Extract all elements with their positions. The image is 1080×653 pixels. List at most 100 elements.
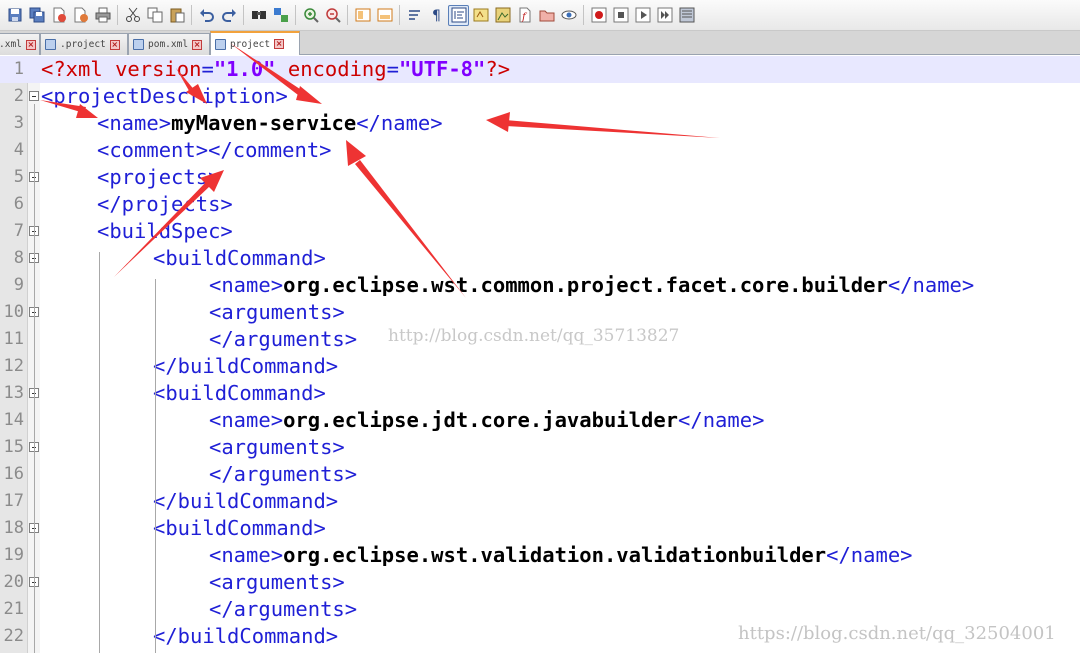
file-icon xyxy=(215,38,226,50)
tab-dot-project[interactable]: .project × xyxy=(40,33,128,55)
sync-horizontal-icon[interactable] xyxy=(374,5,395,26)
stop-macro-icon[interactable] xyxy=(610,5,631,26)
xml-tag: <name> xyxy=(209,273,284,297)
show-all-chars-icon[interactable]: ¶ xyxy=(426,5,447,26)
code-line[interactable]: 17 </buildCommand> xyxy=(0,488,1080,515)
redo-icon[interactable] xyxy=(218,5,239,26)
code-line[interactable]: 8 <buildCommand> xyxy=(0,245,1080,272)
copy-icon[interactable] xyxy=(144,5,165,26)
close-icon[interactable]: × xyxy=(109,39,120,50)
code-line[interactable]: 19 <name>org.eclipse.wst.validation.valid… xyxy=(0,542,1080,569)
watermark-text: https://blog.csdn.net/qq_32504001 xyxy=(738,623,1056,644)
code-line[interactable]: 13 <buildCommand> xyxy=(0,380,1080,407)
xml-attribute-value: "1.0" xyxy=(213,57,276,81)
xml-tag: <projectDescription> xyxy=(41,84,288,108)
code-line[interactable]: 4 <comment></comment> xyxy=(0,137,1080,164)
code-line[interactable]: 14 <name>org.eclipse.jdt.core.javabuilder… xyxy=(0,407,1080,434)
sync-vertical-icon[interactable] xyxy=(352,5,373,26)
xml-tag: </arguments> xyxy=(209,597,358,621)
tab-label: .project xyxy=(60,39,106,50)
close-icon[interactable]: × xyxy=(274,39,285,49)
save-macro-icon[interactable] xyxy=(676,5,697,26)
code-text: <comment></comment> xyxy=(97,138,332,163)
play-macro-icon[interactable] xyxy=(632,5,653,26)
code-line[interactable]: 3 <name>myMaven-service</name> xyxy=(0,110,1080,137)
line-number: 5 xyxy=(13,167,24,187)
code-line[interactable]: 12 </buildCommand> xyxy=(0,353,1080,380)
xml-tag: <arguments> xyxy=(209,435,345,459)
code-text: <name>myMaven-service</name> xyxy=(97,111,443,136)
xml-tag: <name> xyxy=(209,543,284,567)
code-text: </arguments> xyxy=(209,597,357,622)
code-line[interactable]: 2 <projectDescription> xyxy=(0,83,1080,110)
save-icon[interactable] xyxy=(4,5,25,26)
zoom-out-icon[interactable] xyxy=(322,5,343,26)
close-all-icon[interactable] xyxy=(70,5,91,26)
toolbar-separator xyxy=(191,5,192,25)
code-text: <name>org.eclipse.jdt.core.javabuilder</… xyxy=(209,408,764,433)
code-text: </arguments> xyxy=(209,327,357,352)
file-icon xyxy=(45,39,56,50)
code-line[interactable]: 5 <projects> xyxy=(0,164,1080,191)
code-editor[interactable]: 1 <?xml version="1.0" encoding="UTF-8"?> 2… xyxy=(0,56,1080,653)
xml-tag: <projects> xyxy=(97,165,221,189)
close-file-icon[interactable] xyxy=(48,5,69,26)
indent-guide-icon[interactable] xyxy=(448,4,469,26)
code-text: <projectDescription> xyxy=(41,84,288,109)
word-wrap-icon[interactable] xyxy=(404,5,425,26)
svg-text:¶: ¶ xyxy=(432,8,441,23)
code-line[interactable]: 16 </arguments> xyxy=(0,461,1080,488)
xml-tag: <arguments> xyxy=(209,570,345,594)
cut-icon[interactable] xyxy=(122,5,143,26)
line-number: 14 xyxy=(3,410,24,430)
run-macro-icon[interactable] xyxy=(654,5,675,26)
user-lang-icon[interactable] xyxy=(470,5,491,26)
close-icon[interactable]: × xyxy=(192,39,203,50)
tab-xml[interactable]: .xml × xyxy=(0,33,40,55)
function-list-icon[interactable]: f xyxy=(514,5,535,26)
code-line[interactable]: 21 </arguments> xyxy=(0,596,1080,623)
xml-tag: </projects> xyxy=(97,192,233,216)
code-text: </projects> xyxy=(97,192,233,217)
fold-toggle-icon[interactable] xyxy=(29,91,39,101)
print-icon[interactable] xyxy=(92,5,113,26)
tab-pom-xml[interactable]: pom.xml × xyxy=(128,33,210,55)
folder-workspace-icon[interactable] xyxy=(536,5,557,26)
line-number: 16 xyxy=(3,464,24,484)
watermark-text: http://blog.csdn.net/qq_35713827 xyxy=(388,326,680,346)
xml-tag: </name> xyxy=(826,543,913,567)
code-line[interactable]: 20 <arguments> xyxy=(0,569,1080,596)
zoom-in-icon[interactable] xyxy=(300,5,321,26)
code-line[interactable]: 1 <?xml version="1.0" encoding="UTF-8"?> xyxy=(0,56,1080,83)
indent-guide xyxy=(155,279,156,653)
xml-tag: </arguments> xyxy=(209,462,358,486)
code-line[interactable]: 15 <arguments> xyxy=(0,434,1080,461)
line-number: 15 xyxy=(3,437,24,457)
close-icon[interactable]: × xyxy=(25,39,36,50)
code-text: </buildCommand> xyxy=(153,624,338,649)
fold-guide xyxy=(34,104,35,653)
monitoring-icon[interactable] xyxy=(558,5,579,26)
code-line[interactable]: 7 <buildSpec> xyxy=(0,218,1080,245)
tab-bar: .xml × .project × pom.xml × project × xyxy=(0,31,1080,55)
replace-icon[interactable] xyxy=(270,5,291,26)
save-all-icon[interactable] xyxy=(26,5,47,26)
code-line[interactable]: 9 <name>org.eclipse.wst.common.project.fa… xyxy=(0,272,1080,299)
toolbar-separator xyxy=(583,5,584,25)
code-line[interactable]: 18 <buildCommand> xyxy=(0,515,1080,542)
line-number: 12 xyxy=(3,356,24,376)
code-text: <buildCommand> xyxy=(153,381,326,406)
paste-icon[interactable] xyxy=(166,5,187,26)
undo-icon[interactable] xyxy=(196,5,217,26)
find-icon[interactable] xyxy=(248,5,269,26)
code-text: <name>org.eclipse.wst.validation.validat… xyxy=(209,543,913,568)
line-number: 1 xyxy=(13,59,24,79)
doc-map-icon[interactable] xyxy=(492,5,513,26)
code-line[interactable]: 10 <arguments> xyxy=(0,299,1080,326)
code-line[interactable]: 6 </projects> xyxy=(0,191,1080,218)
xml-tag: <arguments> xyxy=(209,300,345,324)
xml-tag: </arguments> xyxy=(209,327,358,351)
xml-attribute: encoding xyxy=(275,57,387,81)
tab-project-active[interactable]: project × xyxy=(210,31,300,55)
record-macro-icon[interactable] xyxy=(588,5,609,26)
